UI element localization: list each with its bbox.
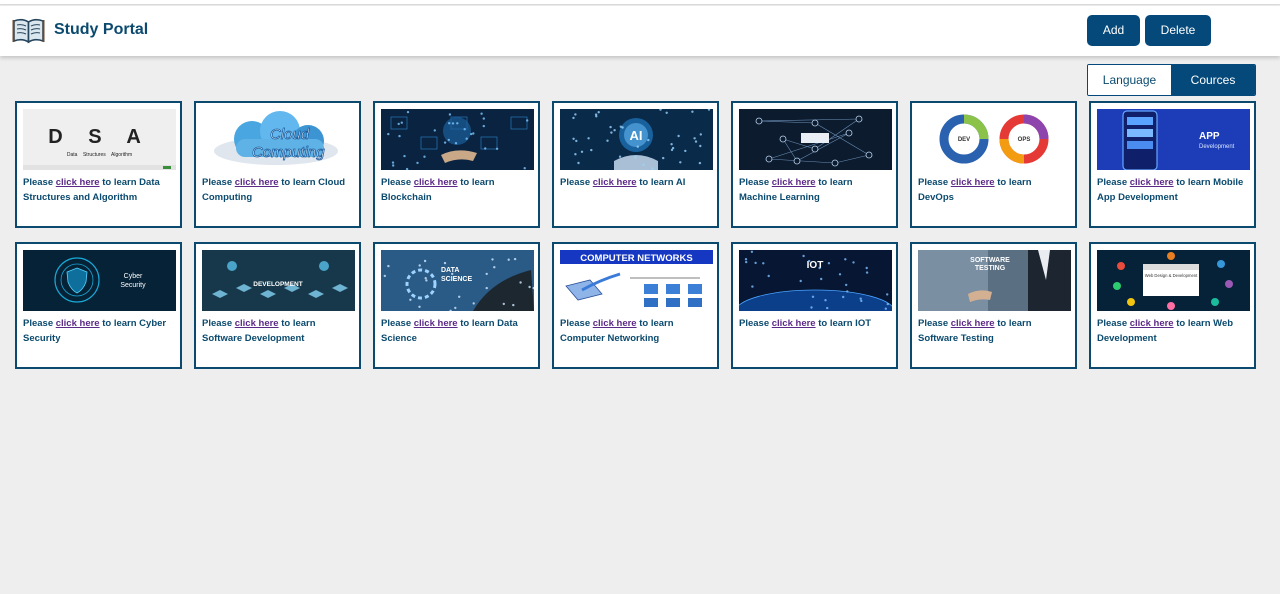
course-card: DEV OPS Please click here to learn DevOps (910, 101, 1077, 228)
course-thumbnail: APP Development (1097, 109, 1250, 170)
course-prefix: Please (560, 177, 593, 188)
svg-text:TESTING: TESTING (975, 265, 1006, 272)
course-prefix: Please (739, 177, 772, 188)
svg-text:DEVELOPMENT: DEVELOPMENT (253, 281, 303, 288)
svg-text:Web Design & Development: Web Design & Development (1145, 273, 1198, 278)
course-thumbnail: SOFTWARE TESTING (918, 250, 1071, 311)
course-link[interactable]: click here (414, 177, 458, 188)
course-card: Cyber Security Please click here to learn … (15, 242, 182, 369)
course-thumbnail: IOT (739, 250, 892, 311)
course-description: Please click here to learn Software Deve… (202, 316, 354, 346)
course-link[interactable]: click here (772, 318, 816, 329)
svg-text:D S A: D S A (48, 126, 151, 148)
course-thumbnail: D S A Data Structures Algorithm (23, 109, 176, 170)
svg-text:SCIENCE: SCIENCE (441, 276, 472, 283)
course-prefix: Please (560, 318, 593, 329)
course-prefix: Please (918, 177, 951, 188)
course-thumbnail (739, 109, 892, 170)
course-prefix: Please (381, 177, 414, 188)
tab-cources[interactable]: Cources (1171, 65, 1255, 95)
svg-text:APP: APP (1199, 131, 1220, 142)
course-description: Please click here to learn AI (560, 175, 712, 190)
svg-text:Cloud: Cloud (270, 126, 310, 143)
course-prefix: Please (381, 318, 414, 329)
course-prefix: Please (918, 318, 951, 329)
svg-text:Development: Development (1199, 144, 1235, 150)
svg-text:Computing: Computing (252, 144, 325, 161)
course-card: COMPUTER NETWORKS Please click here to le… (552, 242, 719, 369)
app-title: Study Portal (54, 21, 149, 38)
svg-text:SOFTWARE: SOFTWARE (970, 257, 1010, 264)
svg-text:Security: Security (120, 282, 146, 289)
svg-text:Data Structures Algorith: Data Structures Algorithm (67, 152, 132, 158)
course-suffix: to learn AI (636, 177, 686, 188)
course-description: Please click here to learn Web Developme… (1097, 316, 1249, 346)
course-description: Please click here to learn Software Test… (918, 316, 1070, 346)
course-link[interactable]: click here (56, 177, 100, 188)
course-thumbnail: DATA SCIENCE (381, 250, 534, 311)
course-link[interactable]: click here (772, 177, 816, 188)
top-edge (0, 0, 1280, 5)
course-card: DEVELOPMENT Please click here to learn So… (194, 242, 361, 369)
course-thumbnail: COMPUTER NETWORKS (560, 250, 713, 311)
course-thumbnail: Web Design & Development (1097, 250, 1250, 311)
course-card: D S A Data Structures Algorithm Please cli… (15, 101, 182, 228)
course-description: Please click here to learn Mobile App De… (1097, 175, 1249, 205)
course-thumbnail: AI (560, 109, 713, 170)
course-description: Please click here to learn IOT (739, 316, 891, 331)
svg-text:AI: AI (630, 128, 643, 143)
svg-text:OPS: OPS (1018, 137, 1031, 143)
course-link[interactable]: click here (951, 177, 995, 188)
svg-text:Cyber: Cyber (124, 273, 143, 280)
course-link[interactable]: click here (235, 177, 279, 188)
course-description: Please click here to learn Blockchain (381, 175, 533, 205)
course-thumbnail: DEV OPS (918, 109, 1071, 170)
course-link[interactable]: click here (235, 318, 279, 329)
open-book-icon (12, 17, 45, 44)
course-link[interactable]: click here (593, 177, 637, 188)
course-prefix: Please (23, 318, 56, 329)
course-prefix: Please (23, 177, 56, 188)
course-description: Please click here to learn Computer Netw… (560, 316, 712, 346)
header-bar: Study Portal Add Delete (0, 6, 1280, 56)
course-card: Cloud Computing Please click here to learn… (194, 101, 361, 228)
course-card: IOT Please click here to learn IOT (731, 242, 898, 369)
course-prefix: Please (739, 318, 772, 329)
course-card: APP Development Please click here to learn… (1089, 101, 1256, 228)
course-card: AI Please click here to learn AI (552, 101, 719, 228)
course-card: SOFTWARE TESTING Please click here to lear… (910, 242, 1077, 369)
svg-text:COMPUTER NETWORKS: COMPUTER NETWORKS (580, 253, 692, 264)
category-tabs: Language Cources (1087, 64, 1256, 96)
course-description: Please click here to learn Data Science (381, 316, 533, 346)
course-link[interactable]: click here (1130, 318, 1174, 329)
course-thumbnail: Cloud Computing (202, 109, 355, 170)
course-thumbnail (381, 109, 534, 170)
course-description: Please click here to learn Cloud Computi… (202, 175, 354, 205)
course-description: Please click here to learn DevOps (918, 175, 1070, 205)
course-description: Please click here to learn Cyber Securit… (23, 316, 175, 346)
course-prefix: Please (1097, 177, 1130, 188)
course-link[interactable]: click here (56, 318, 100, 329)
course-card: Please click here to learn Machine Learn… (731, 101, 898, 228)
svg-text:DATA: DATA (441, 267, 459, 274)
course-link[interactable]: click here (951, 318, 995, 329)
course-prefix: Please (202, 318, 235, 329)
tab-language[interactable]: Language (1088, 65, 1171, 95)
course-prefix: Please (1097, 318, 1130, 329)
course-thumbnail: DEVELOPMENT (202, 250, 355, 311)
course-description: Please click here to learn Data Structur… (23, 175, 175, 205)
course-card: Please click here to learn Blockchain (373, 101, 540, 228)
add-button[interactable]: Add (1087, 15, 1140, 46)
course-thumbnail: Cyber Security (23, 250, 176, 311)
delete-button[interactable]: Delete (1145, 15, 1211, 46)
course-description: Please click here to learn Machine Learn… (739, 175, 891, 205)
course-link[interactable]: click here (414, 318, 458, 329)
svg-text:DEV: DEV (958, 137, 970, 143)
course-link[interactable]: click here (1130, 177, 1174, 188)
course-suffix: to learn IOT (815, 318, 872, 329)
course-card: DATA SCIENCE Please click here to learn Da… (373, 242, 540, 369)
course-link[interactable]: click here (593, 318, 637, 329)
course-prefix: Please (202, 177, 235, 188)
course-card: Web Design & Development Please click her… (1089, 242, 1256, 369)
